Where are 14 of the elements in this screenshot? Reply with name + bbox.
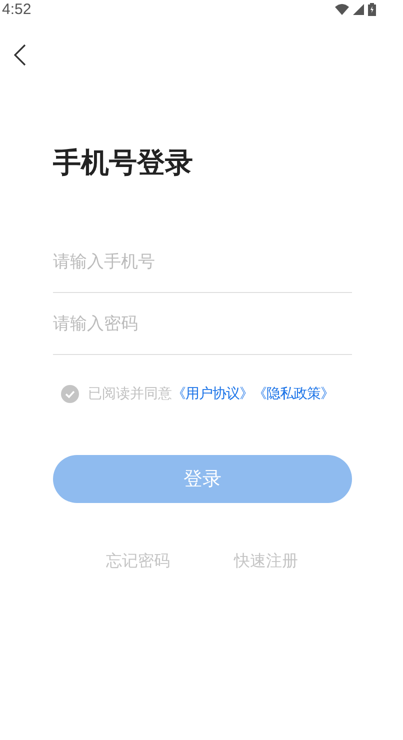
status-time: 4:52 xyxy=(2,0,32,18)
agree-checkbox[interactable] xyxy=(61,385,79,403)
signal-icon xyxy=(353,4,364,14)
wifi-icon xyxy=(335,4,349,14)
back-icon[interactable] xyxy=(14,44,26,66)
agreement-link[interactable]: 《隐私政策》 xyxy=(253,385,334,403)
agreement-link[interactable]: 《用户协议》 xyxy=(172,385,253,403)
input-field[interactable]: 请输入密码 xyxy=(53,293,352,355)
footer-link[interactable]: 快速注册 xyxy=(234,551,298,572)
battery-icon xyxy=(368,2,376,16)
footer-link[interactable]: 忘记密码 xyxy=(106,551,170,572)
agreement-text: 已阅读并同意 xyxy=(88,385,172,403)
page-title: 手机号登录 xyxy=(53,145,194,181)
input-field[interactable]: 请输入手机号 xyxy=(53,231,352,293)
